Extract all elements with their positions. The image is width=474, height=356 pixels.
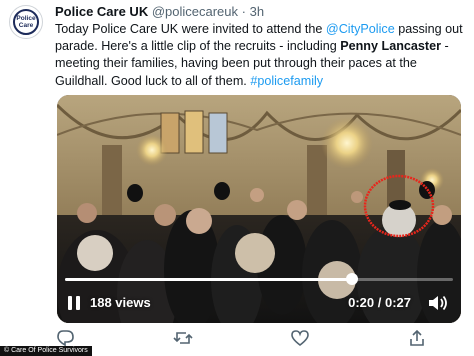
pause-icon-bar-left — [68, 296, 72, 310]
volume-icon[interactable] — [427, 294, 449, 312]
tweet-header: Police Care UK @policecareuk · 3h — [55, 4, 264, 20]
progress-knob[interactable] — [346, 273, 359, 285]
video-player[interactable]: 188 views 0:20 / 0:27 — [57, 95, 461, 323]
retweet-icon[interactable] — [173, 329, 193, 347]
avatar-text-line2: Care — [18, 22, 34, 29]
header-separator: · — [241, 4, 246, 19]
video-frame — [57, 95, 461, 323]
author-handle[interactable]: @policecareuk — [152, 4, 238, 19]
hashtag-link[interactable]: #policefamily — [250, 74, 323, 88]
avatar[interactable]: Police Care — [9, 5, 43, 39]
view-count: 188 views — [90, 295, 151, 310]
mention-link[interactable]: @CityPolice — [326, 22, 395, 36]
share-icon[interactable] — [407, 329, 427, 347]
reply-icon[interactable] — [55, 329, 75, 347]
tweet-text: Today Police Care UK were invited to att… — [55, 21, 467, 90]
tweet-time[interactable]: 3h — [250, 4, 264, 19]
photo-credit-caption: © Care Of Police Survivors — [0, 346, 92, 356]
like-icon[interactable] — [290, 329, 310, 347]
pause-icon-bar-right — [76, 296, 80, 310]
action-bar — [55, 329, 474, 347]
progress-fill — [65, 278, 353, 281]
pause-button[interactable] — [67, 295, 81, 311]
tweet-text-part-1: Today Police Care UK were invited to att… — [55, 22, 326, 36]
author-name[interactable]: Police Care UK — [55, 4, 148, 19]
avatar-text-line1: Police — [16, 15, 36, 22]
bold-name: Penny Lancaster — [340, 39, 441, 54]
progress-bar[interactable] — [65, 273, 453, 285]
video-time: 0:20 / 0:27 — [348, 295, 411, 310]
